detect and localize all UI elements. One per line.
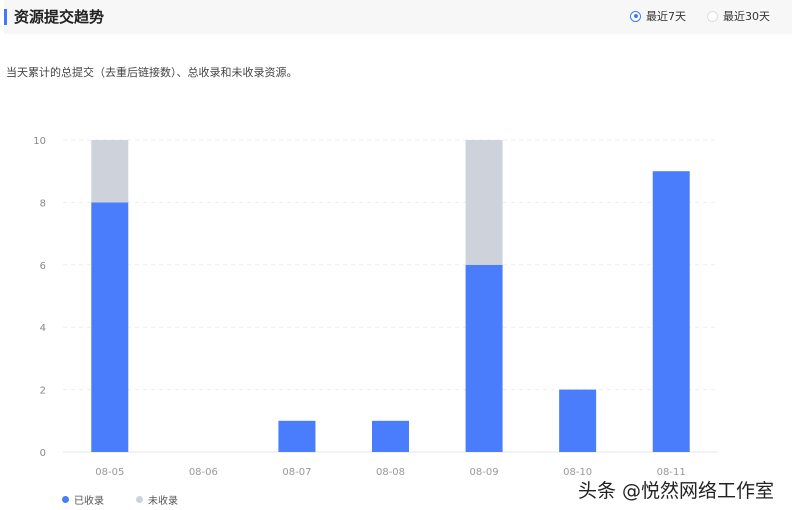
legend-label: 未收录 [148,496,178,507]
legend-unindexed[interactable]: 未收录 [136,492,178,507]
legend-dot-icon [62,496,69,503]
bar-indexed [91,202,129,452]
legend-label: 已收录 [74,496,104,507]
x-tick-label: 08-07 [282,467,311,478]
bar-indexed [372,420,409,452]
legend-indexed[interactable]: 已收录 [62,492,104,507]
y-tick-label: 8 [40,198,46,209]
bar-unindexed [91,140,129,203]
y-tick-label: 10 [33,136,46,147]
bar-indexed [559,389,597,452]
x-tick-label: 08-09 [470,467,499,478]
x-tick-label: 08-05 [95,467,124,478]
x-tick-label: 08-08 [376,467,405,478]
y-tick-label: 4 [40,323,46,334]
watermark: 头条 @悦然网络工作室 [578,480,775,502]
bar-indexed [652,171,690,452]
bar-indexed [278,420,316,452]
y-tick-label: 2 [40,386,46,397]
x-tick-label: 08-06 [189,467,218,478]
bar-unindexed [465,140,503,265]
y-tick-label: 6 [40,261,46,272]
y-tick-label: 0 [40,448,46,459]
stacked-bar-chart: 024681008-05 08-06 08-07 08-08 08-09 08-10 08-… [33,136,718,478]
bar-indexed [465,264,503,452]
legend-dot-icon [136,496,143,503]
